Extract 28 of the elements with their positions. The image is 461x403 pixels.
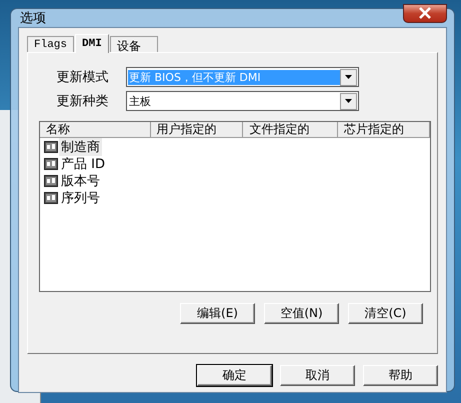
list-item[interactable]: 版本号 <box>59 172 102 190</box>
dialog-button[interactable]: 取消 <box>280 365 355 386</box>
tab[interactable]: Flags <box>27 36 74 52</box>
text-field-icon <box>44 140 58 152</box>
column-header[interactable]: 名称 <box>40 122 151 137</box>
text-field-icon <box>44 174 58 186</box>
text-field-icon <box>44 158 58 170</box>
close-icon <box>418 7 432 19</box>
tab[interactable]: DMI <box>75 34 109 53</box>
action-button[interactable]: 编辑(E) <box>180 303 255 324</box>
field-label: 更新种类 <box>56 93 110 110</box>
action-button[interactable]: 清空(C) <box>348 303 423 324</box>
field-label: 更新模式 <box>56 69 110 86</box>
column-header[interactable]: 用户指定的 <box>150 122 244 137</box>
column-header[interactable]: 文件指定的 <box>243 122 338 137</box>
window-title: 选项 <box>19 10 46 27</box>
dialog-button[interactable]: 确定 <box>197 365 272 386</box>
tab[interactable]: 设备 <box>110 36 158 52</box>
list-item[interactable]: 产品 ID <box>59 154 107 172</box>
action-button[interactable]: 空值(N) <box>264 303 339 324</box>
text-field-icon <box>44 192 58 204</box>
list-item[interactable]: 序列号 <box>59 188 102 206</box>
list-view[interactable]: 名称 用户指定的 文件指定的 芯片指定的 制造商 产品 ID 版本号 序列号 <box>39 121 431 292</box>
dropdown-field[interactable]: 主板 <box>126 91 359 111</box>
column-header[interactable]: 芯片指定的 <box>338 122 430 137</box>
close-button[interactable] <box>403 4 447 22</box>
dialog-button[interactable]: 帮助 <box>363 365 438 386</box>
list-item[interactable]: 制造商 <box>59 138 102 156</box>
